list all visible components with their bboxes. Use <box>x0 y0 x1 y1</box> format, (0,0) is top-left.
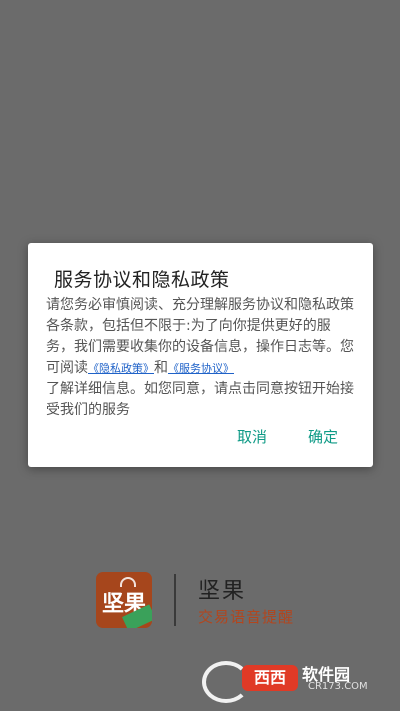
dialog-body-and: 和 <box>154 360 168 376</box>
watermark-url: CR173.COM <box>308 681 368 692</box>
service-agreement-link[interactable]: 《服务协议》 <box>168 362 234 375</box>
site-watermark: 西西 软件园 CR173.COM <box>202 659 382 703</box>
dialog-actions: 取消 确定 <box>28 426 373 450</box>
privacy-policy-link[interactable]: 《隐私政策》 <box>88 362 154 375</box>
watermark-xixi: 西西 <box>242 665 298 691</box>
app-logo-icon: 坚果 <box>96 572 152 628</box>
cancel-button[interactable]: 取消 <box>237 426 267 447</box>
brand-divider <box>174 574 176 626</box>
agreement-dialog: 服务协议和隐私政策 请您务必审慎阅读、充分理解服务协议和隐私政策各条款，包括但不… <box>28 243 373 467</box>
brand-name: 坚果 <box>198 579 247 604</box>
dialog-body-text-2: 了解详细信息。如您同意，请点击同意按钮开始接受我们的服务 <box>46 381 354 418</box>
dialog-title: 服务协议和隐私政策 <box>54 269 230 291</box>
dialog-body: 请您务必审慎阅读、充分理解服务协议和隐私政策各条款，包括但不限于:为了向你提供更… <box>46 295 358 421</box>
brand-subtitle: 交易语音提醒 <box>198 608 295 626</box>
confirm-button[interactable]: 确定 <box>308 426 338 447</box>
